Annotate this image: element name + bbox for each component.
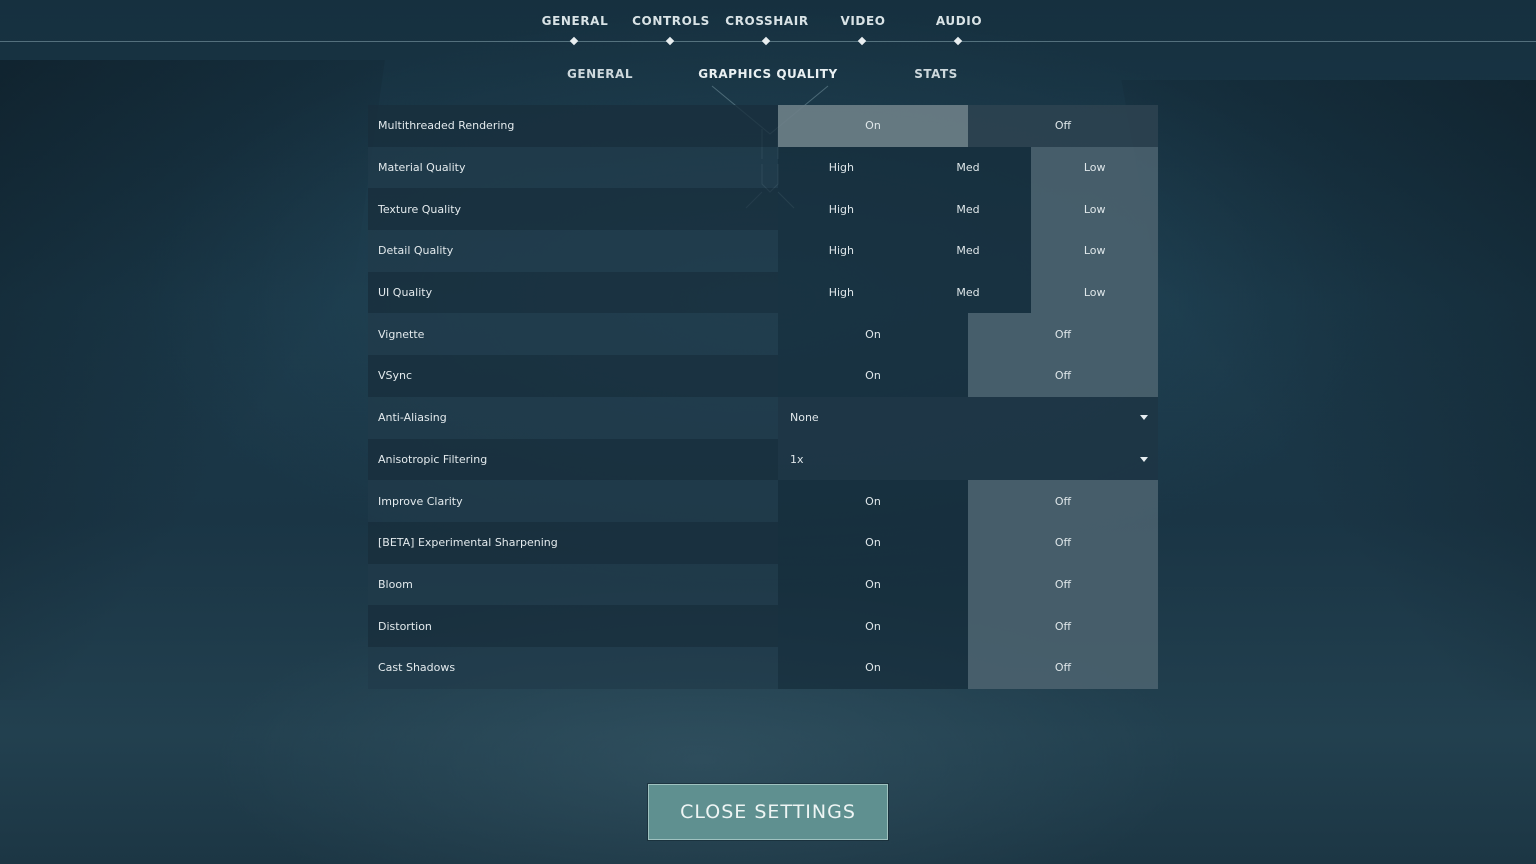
setting-control: On Off [778,563,1158,606]
diamond-icon [857,36,867,46]
tab-controls[interactable]: CONTROLS [616,14,726,46]
setting-row: Cast Shadows On Off [368,646,1158,689]
chevron-down-icon [1140,456,1148,462]
subtab-graphics-quality[interactable]: GRAPHICS QUALITY [688,67,848,81]
option-high[interactable]: High [778,147,905,189]
dropdown-value: 1x [790,452,804,466]
chevron-down-icon [1140,415,1148,421]
option-off[interactable]: Off [968,355,1158,397]
option-on[interactable]: On [778,522,968,564]
setting-dropdown[interactable]: 1x [778,438,1158,481]
option-on[interactable]: On [778,313,968,355]
setting-control: High Med Low [778,230,1159,272]
setting-control: 1x [778,438,1158,481]
setting-label: Texture Quality [368,188,778,231]
setting-row: UI Quality High Med Low [368,271,1159,314]
diamond-icon [761,36,771,46]
diamond-icon [665,36,675,46]
tab-crosshair[interactable]: CROSSHAIR [712,14,822,46]
option-off[interactable]: Off [968,646,1158,689]
tab-video[interactable]: VIDEO [808,14,918,46]
setting-label: Distortion [368,605,778,647]
setting-label: Anisotropic Filtering [368,438,778,481]
setting-row: Anti-Aliasing None [368,396,1158,439]
setting-control: High Med Low [778,146,1159,189]
subtab-general[interactable]: GENERAL [520,67,680,81]
setting-row: Texture Quality High Med Low [368,188,1159,231]
setting-row: Improve Clarity On Off [368,480,1158,522]
tab-audio[interactable]: AUDIO [904,14,1014,46]
diamond-icon [569,36,579,46]
option-off[interactable]: Off [968,605,1158,647]
option-off[interactable]: Off [968,480,1158,522]
setting-label: Improve Clarity [368,480,778,522]
background-shape-right [1121,80,1536,700]
option-off[interactable]: Off [968,521,1158,564]
setting-row: [BETA] Experimental Sharpening On Off [368,521,1158,564]
setting-label: [BETA] Experimental Sharpening [368,521,778,564]
option-off[interactable]: Off [968,313,1158,356]
setting-label: UI Quality [368,271,778,314]
option-low[interactable]: Low [1031,230,1159,272]
option-on[interactable]: On [778,355,968,397]
option-med[interactable]: Med [905,230,1032,272]
setting-row: Bloom On Off [368,563,1158,606]
setting-row: Multithreaded Rendering On Off [368,105,1158,147]
option-on[interactable]: On [778,105,968,147]
setting-row: Detail Quality High Med Low [368,230,1159,272]
tab-label: CROSSHAIR [725,14,809,28]
setting-label: Bloom [368,563,778,606]
setting-control: On Off [778,355,1158,397]
option-on[interactable]: On [778,647,968,689]
tab-label: GENERAL [541,14,609,28]
option-low[interactable]: Low [1031,188,1159,231]
tab-label: VIDEO [840,14,886,28]
option-on[interactable]: On [778,480,968,522]
close-settings-button[interactable]: CLOSE SETTINGS [647,783,889,841]
setting-control: None [778,396,1158,439]
option-high[interactable]: High [778,230,905,272]
setting-control: On Off [778,605,1158,647]
setting-control: On Off [778,480,1158,522]
setting-label: Detail Quality [368,230,778,272]
tab-general[interactable]: GENERAL [520,14,630,46]
graphics-settings-table: Multithreaded Rendering On Off Material Qua… [368,105,1159,689]
setting-control: On Off [778,313,1158,356]
setting-control: On Off [778,646,1158,689]
setting-label: Material Quality [368,146,778,189]
option-med[interactable]: Med [905,147,1032,189]
option-low[interactable]: Low [1031,271,1159,314]
dropdown-value: None [790,411,819,425]
option-med[interactable]: Med [905,272,1032,314]
option-low[interactable]: Low [1031,146,1159,189]
setting-dropdown[interactable]: None [778,396,1158,439]
option-off[interactable]: Off [968,563,1158,606]
setting-label: VSync [368,355,778,397]
setting-row: Anisotropic Filtering 1x [368,438,1158,481]
setting-row: VSync On Off [368,355,1158,397]
setting-control: On Off [778,105,1158,147]
setting-label: Vignette [368,313,778,356]
option-on[interactable]: On [778,605,968,647]
option-off[interactable]: Off [968,105,1158,147]
setting-label: Cast Shadows [368,646,778,689]
option-on[interactable]: On [778,564,968,606]
background-shape-left [0,60,385,700]
option-high[interactable]: High [778,188,905,230]
setting-row: Vignette On Off [368,313,1158,356]
setting-label: Anti-Aliasing [368,396,778,439]
top-navigation: GENERAL CONTROLS CROSSHAIR VIDEO AUDIO [0,0,1536,46]
setting-control: On Off [778,521,1158,564]
setting-label: Multithreaded Rendering [368,105,778,147]
setting-control: High Med Low [778,271,1159,314]
setting-row: Material Quality High Med Low [368,146,1159,189]
option-high[interactable]: High [778,272,905,314]
subtab-stats[interactable]: STATS [856,67,1016,81]
diamond-icon [953,36,963,46]
option-med[interactable]: Med [905,188,1032,230]
setting-row: Distortion On Off [368,605,1158,647]
tab-label: AUDIO [935,14,983,28]
setting-control: High Med Low [778,188,1159,231]
tab-label: CONTROLS [632,14,710,28]
